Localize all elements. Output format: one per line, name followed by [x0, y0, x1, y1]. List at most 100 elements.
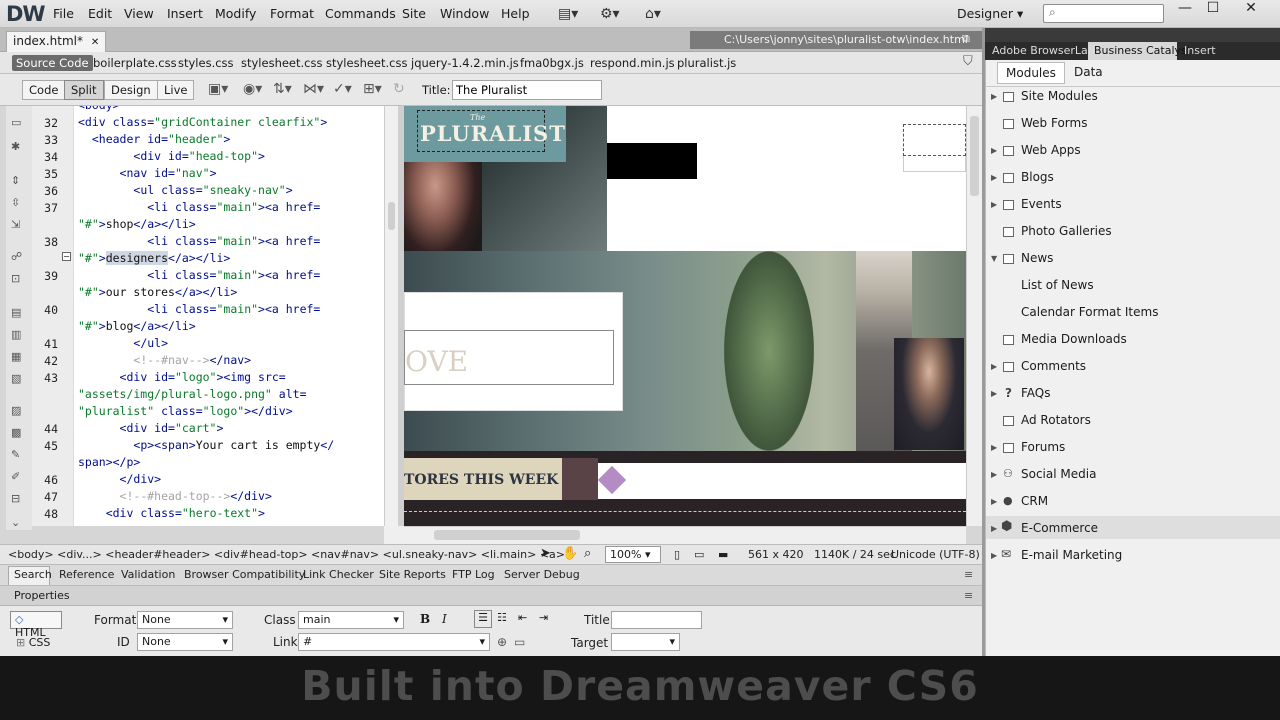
desktop-size-icon[interactable]: ▬ — [718, 548, 728, 561]
file-management-icon[interactable]: ⇅▾ — [273, 81, 292, 97]
tree-calendar-format-items[interactable]: Calendar Format Items — [1021, 305, 1158, 319]
code-line[interactable]: <div class="gridContainer clearfix"> — [78, 115, 327, 129]
indent-icon[interactable]: ▨ — [11, 404, 21, 417]
related-file[interactable]: stylesheet.css — [326, 56, 407, 70]
live-view-button[interactable]: Live — [157, 80, 195, 100]
related-file[interactable]: pluralist.js — [677, 56, 736, 70]
maximize-button[interactable]: ☐ — [1198, 0, 1228, 16]
tree-photo-galleries[interactable]: Photo Galleries — [1021, 224, 1112, 238]
minimize-button[interactable]: — — [1170, 0, 1200, 16]
id-select[interactable]: None ▾ — [137, 633, 233, 651]
modules-tab[interactable]: Modules — [997, 62, 1065, 84]
expand-arrow-icon[interactable]: ▶ — [991, 443, 997, 452]
menu-help[interactable]: Help — [501, 6, 530, 21]
code-line[interactable]: "#">our stores</a></li> — [78, 285, 237, 299]
check-page-icon[interactable]: ✓▾ — [333, 81, 352, 97]
tree-blogs[interactable]: Blogs — [1021, 170, 1054, 184]
expand-arrow-icon[interactable]: ▶ — [991, 389, 997, 398]
menu-window[interactable]: Window — [440, 6, 489, 21]
code-line[interactable]: <!--#nav--></nav> — [78, 353, 251, 367]
refresh-icon[interactable]: ↻ — [393, 81, 405, 97]
point-to-file-icon[interactable]: ⊕ — [497, 635, 507, 649]
code-view-button[interactable]: Code — [22, 80, 66, 100]
code-line[interactable]: <div id="head-top"> — [78, 149, 265, 163]
tab-validation[interactable]: Validation — [121, 568, 175, 581]
code-line[interactable]: <body> — [78, 106, 120, 112]
panel-menu-icon[interactable]: ≡ — [964, 568, 973, 581]
tree-forums[interactable]: Forums — [1021, 440, 1065, 454]
restore-icon[interactable]: ⧉ — [962, 32, 970, 46]
code-line[interactable]: "pluralist" class="logo"></div> — [78, 404, 293, 418]
close-tab-icon[interactable]: ✕ — [91, 37, 99, 48]
mobile-size-icon[interactable]: ▯ — [674, 548, 680, 561]
snippet-icon[interactable]: ▧ — [11, 372, 21, 385]
italic-button[interactable]: I — [442, 612, 447, 626]
tab-search[interactable]: Search — [14, 568, 52, 581]
tab-server-debug[interactable]: Server Debug — [504, 568, 580, 581]
expand-icon[interactable]: ⇕ — [11, 174, 20, 187]
design-view[interactable]: The PLURALIST OVE TORES THIS WEEK — [404, 106, 966, 526]
tree-faqs[interactable]: FAQs — [1021, 386, 1051, 400]
unordered-list-icon[interactable]: ☰ — [474, 610, 492, 628]
code-editor[interactable]: <body> <div class="gridContainer clearfix… — [74, 106, 384, 526]
code-line[interactable]: <div id="logo"><img src= — [78, 370, 286, 384]
tree-e-mail-marketing[interactable]: E-mail Marketing — [1021, 548, 1122, 562]
live-code-icon[interactable]: ⋈▾ — [303, 81, 324, 97]
menu-site[interactable]: Site — [402, 6, 426, 21]
comment-icon[interactable]: ▥ — [11, 328, 21, 341]
code-line[interactable]: "assets/img/plural-logo.png" alt= — [78, 387, 307, 401]
html-mode-button[interactable]: ◇ HTML — [10, 611, 62, 639]
menu-commands[interactable]: Commands — [325, 6, 396, 21]
site-icon[interactable]: ⌂▾ — [645, 6, 661, 22]
tab-insert[interactable]: Insert — [1184, 44, 1216, 57]
stores-content[interactable] — [598, 463, 966, 499]
expand-arrow-icon[interactable]: ▶ — [991, 470, 997, 479]
split-view-button[interactable]: Split — [64, 80, 104, 100]
expand-arrow-icon[interactable]: ▶ — [991, 524, 997, 533]
code-line[interactable]: </div> — [78, 472, 162, 486]
tree-e-commerce[interactable]: E-Commerce — [1021, 521, 1098, 535]
hand-tool-icon[interactable]: ✋ — [562, 546, 578, 561]
visual-aids-icon[interactable]: ⊞▾ — [363, 81, 382, 97]
expand-arrow-icon[interactable]: ▶ — [991, 497, 997, 506]
code-line[interactable]: </ul> — [78, 336, 168, 350]
code-line[interactable]: <ul class="sneaky-nav"> — [78, 183, 292, 197]
tab-ftp-log[interactable]: FTP Log — [452, 568, 495, 581]
menu-file[interactable]: File — [53, 6, 74, 21]
menu-modify[interactable]: Modify — [215, 6, 256, 21]
bold-button[interactable]: B — [420, 612, 430, 626]
related-file[interactable]: boilerplate.css — [93, 56, 177, 70]
code-line[interactable]: <div id="cart"> — [78, 421, 224, 435]
code-line[interactable]: <li class="main"><a href= — [78, 234, 320, 248]
tree-ad-rotators[interactable]: Ad Rotators — [1021, 413, 1091, 427]
data-tab[interactable]: Data — [1066, 62, 1111, 84]
browse-folder-icon[interactable]: ▭ — [514, 635, 525, 649]
ordered-list-icon[interactable]: ☷ — [497, 611, 507, 624]
code-line[interactable]: "#">designers</a></li> — [78, 251, 230, 265]
outdent-icon[interactable]: ▩ — [11, 426, 21, 439]
close-window-button[interactable]: ✕ — [1236, 0, 1266, 16]
expand-arrow-icon[interactable]: ▶ — [991, 173, 997, 182]
title-attr-input[interactable] — [611, 611, 702, 629]
code-line[interactable]: <header id="header"> — [78, 132, 231, 146]
related-file[interactable]: jquery-1.4.2.min.js — [411, 56, 519, 70]
code-scrollbar[interactable] — [384, 106, 398, 526]
menu-edit[interactable]: Edit — [88, 6, 112, 21]
tab-site-reports[interactable]: Site Reports — [379, 568, 446, 581]
select-parent-icon[interactable]: ⇳ — [11, 196, 20, 209]
gear-icon[interactable]: ⚙▾ — [600, 6, 620, 22]
hero-inner-box[interactable]: OVE — [404, 330, 614, 385]
code-line[interactable]: span></p> — [78, 455, 140, 469]
highlight-icon[interactable]: ⊡ — [11, 272, 20, 285]
tree-site-modules[interactable]: Site Modules — [1021, 89, 1098, 103]
zoom-select[interactable]: 100% ▾ — [605, 546, 661, 563]
tab-browserlab[interactable]: Adobe BrowserLab — [992, 44, 1095, 57]
code-line[interactable]: <li class="main"><a href= — [78, 268, 320, 282]
tree-comments[interactable]: Comments — [1021, 359, 1086, 373]
tree-web-forms[interactable]: Web Forms — [1021, 116, 1087, 130]
outdent-icon[interactable]: ⇤ — [518, 611, 527, 624]
filter-icon[interactable]: ⛉ — [963, 54, 973, 69]
move-css-icon[interactable]: ✐ — [11, 470, 20, 483]
workspace-switcher[interactable]: Designer ▾ — [957, 6, 1023, 21]
menu-view[interactable]: View — [124, 6, 154, 21]
